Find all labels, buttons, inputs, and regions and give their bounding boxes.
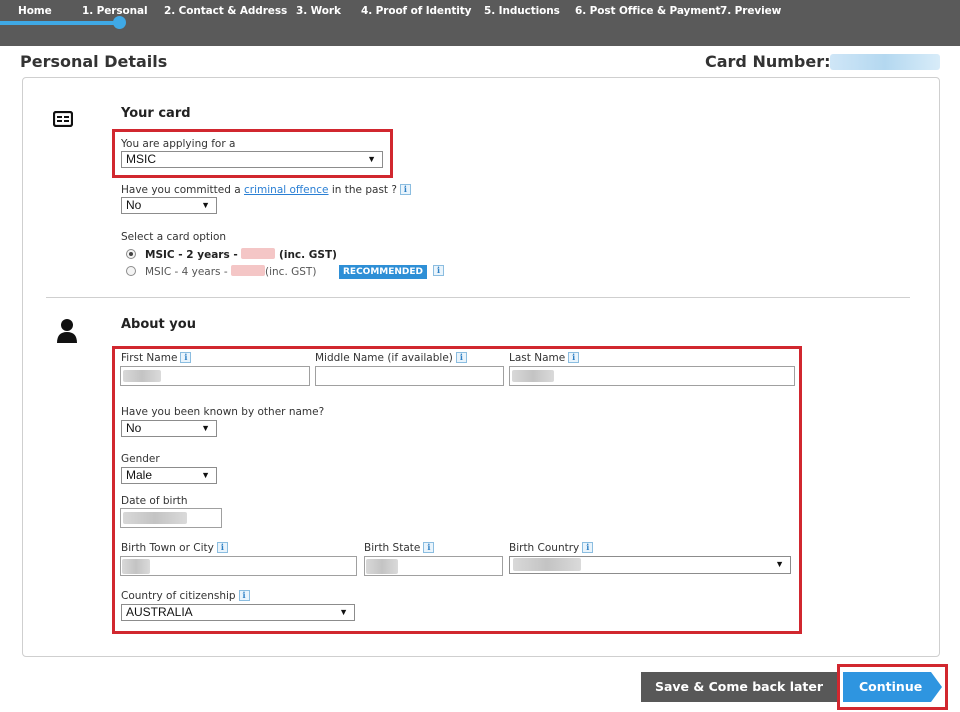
person-icon [56,318,78,348]
recommended-badge: RECOMMENDED [339,265,428,279]
section-title-your-card: Your card [121,106,191,121]
card-number-value-redacted [830,54,940,70]
progress-bar [0,21,122,25]
highlight-box-continue [837,664,948,710]
top-navigation: Home 1. Personal 2. Contact & Address 3.… [0,0,960,46]
birth-town-label: Birth Town or City i [121,542,228,554]
tab-personal[interactable]: 1. Personal [82,5,148,17]
chevron-down-icon: ▼ [339,607,348,617]
info-icon[interactable]: i [180,352,192,363]
price-redacted [231,265,265,276]
section-divider [46,297,910,298]
info-icon[interactable]: i [238,590,250,601]
option-4-years-text: MSIC - 4 years - [145,266,231,278]
tab-post-office-payment[interactable]: 6. Post Office & Payment [575,5,721,17]
highlight-box-card-type [112,129,393,178]
tab-work[interactable]: 3. Work [296,5,341,17]
middle-name-text: Middle Name (if available) [315,352,453,364]
citizenship-value: AUSTRALIA [126,605,193,619]
gender-select[interactable]: Male ▼ [121,467,217,484]
birth-state-label: Birth State i [364,542,435,554]
birth-country-value-redacted [513,558,581,571]
chevron-down-icon: ▼ [201,200,210,210]
price-redacted [241,248,276,259]
date-of-birth-label: Date of birth [121,495,188,507]
card-option-label: Select a card option [121,231,227,243]
tab-contact-address[interactable]: 2. Contact & Address [164,5,287,17]
info-icon[interactable]: i [216,542,228,553]
date-of-birth-value-redacted [123,512,187,524]
tab-proof-of-identity[interactable]: 4. Proof of Identity [361,5,472,17]
info-icon[interactable]: i [455,352,467,363]
birth-state-text: Birth State [364,542,421,554]
chevron-down-icon: ▼ [201,470,210,480]
save-come-back-later-button[interactable]: Save & Come back later [641,672,837,702]
info-icon[interactable]: i [423,542,435,553]
gender-label: Gender [121,453,160,465]
id-card-icon [52,110,74,131]
middle-name-input[interactable] [315,366,504,386]
last-name-label: Last Name i [509,352,580,364]
citizenship-text: Country of citizenship [121,590,236,602]
criminal-offence-link[interactable]: criminal offence [244,184,329,196]
tab-home[interactable]: Home [18,5,52,17]
option-2-years-gst: (inc. GST) [275,249,337,261]
chevron-down-icon: ▼ [775,559,784,569]
radio-msic-4-years[interactable] [126,266,136,276]
citizenship-label: Country of citizenship i [121,590,250,602]
criminal-offence-label: Have you committed a criminal offence in… [121,184,411,196]
criminal-offence-prefix: Have you committed a [121,184,245,196]
progress-indicator [113,16,126,29]
section-title-about-you: About you [121,317,196,332]
other-name-value: No [126,421,142,435]
first-name-value-redacted [123,370,161,382]
card-number-label: Card Number: [705,52,831,71]
criminal-offence-suffix: in the past ? [328,184,397,196]
other-name-select[interactable]: No ▼ [121,420,217,437]
first-name-text: First Name [121,352,178,364]
birth-country-text: Birth Country [509,542,580,554]
info-icon[interactable]: i [399,184,411,195]
criminal-offence-select[interactable]: No ▼ [121,197,217,214]
birth-town-text: Birth Town or City [121,542,214,554]
option-msic-2-years-label: MSIC - 2 years - (inc. GST) [145,248,337,261]
first-name-label: First Name i [121,352,192,364]
citizenship-select[interactable]: AUSTRALIA ▼ [121,604,355,621]
option-2-years-text: MSIC - 2 years - [145,249,242,261]
option-msic-4-years-label: MSIC - 4 years - (inc. GST) [145,265,316,278]
criminal-offence-value: No [126,198,142,212]
info-icon[interactable]: i [568,352,580,363]
tab-inductions[interactable]: 5. Inductions [484,5,560,17]
other-name-label: Have you been known by other name? [121,406,325,418]
radio-msic-2-years[interactable] [126,249,136,259]
middle-name-label: Middle Name (if available) i [315,352,467,364]
birth-state-value-redacted [366,559,398,574]
option-4-years-gst: (inc. GST) [265,266,317,278]
gender-value: Male [126,468,153,482]
page-title: Personal Details [20,52,168,71]
tab-preview[interactable]: 7. Preview [720,5,781,17]
last-name-value-redacted [512,370,554,382]
chevron-down-icon: ▼ [201,423,210,433]
birth-town-value-redacted [122,559,150,574]
birth-town-input[interactable] [120,556,357,576]
birth-country-label: Birth Country i [509,542,594,554]
info-icon[interactable]: i [582,542,594,553]
last-name-text: Last Name [509,352,566,364]
info-icon[interactable]: i [433,265,444,276]
